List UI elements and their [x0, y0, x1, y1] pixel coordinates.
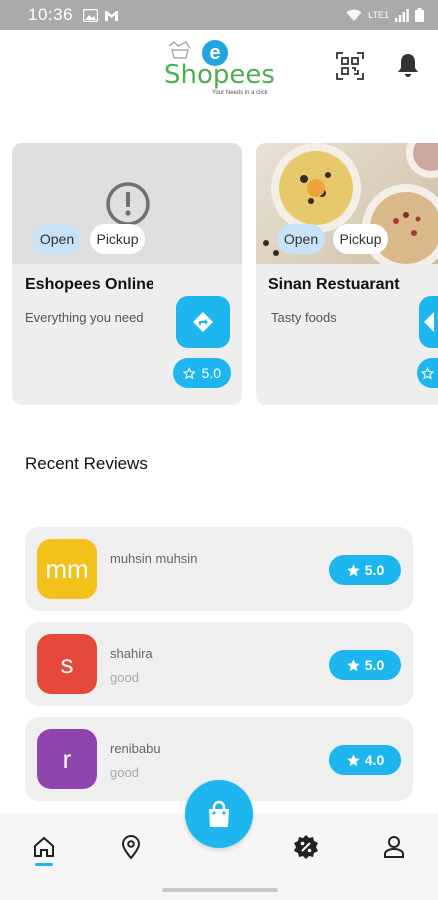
store-card[interactable] [256, 143, 438, 405]
nav-location[interactable] [117, 833, 145, 861]
store-rating-value: 5.0 [201, 365, 221, 381]
home-icon [34, 836, 54, 857]
app-header: e Shopees Your Needs in a click [0, 30, 438, 110]
recent-reviews-title: Recent Reviews [25, 454, 148, 473]
pickup-badge: Pickup [90, 224, 145, 254]
store-name: Eshopees Online [25, 276, 153, 293]
avatar: r [37, 729, 97, 789]
avatar: s [37, 634, 97, 694]
directions-icon [423, 312, 434, 332]
shopping-bag-icon [209, 800, 229, 827]
image-icon [83, 8, 99, 22]
review-rating-value: 4.0 [364, 752, 385, 768]
reviewer-name: muhsin muhsin [110, 551, 198, 566]
star-icon [347, 563, 360, 576]
gmail-icon [105, 10, 119, 21]
review-rating-badge: 4.0 [329, 745, 401, 775]
active-tab-indicator [35, 863, 53, 866]
status-bar: 10:36 LTE1 [0, 0, 438, 30]
nav-profile[interactable] [380, 833, 408, 861]
store-description: Everything you need [25, 310, 144, 325]
offers-badge-icon [294, 835, 318, 859]
store-description: Tasty foods [271, 310, 337, 325]
cart-fab-button[interactable] [185, 780, 253, 848]
store-rating-badge[interactable]: 5.0 [173, 358, 231, 388]
alert-icon [106, 182, 150, 226]
home-indicator [162, 888, 278, 892]
status-badge-open: Open [33, 224, 81, 254]
star-outline-icon [183, 366, 196, 379]
review-rating-value: 5.0 [364, 562, 385, 578]
review-rating-value: 5.0 [364, 657, 385, 673]
location-pin-icon [121, 835, 141, 859]
network-type-label: LTE1 [368, 10, 389, 20]
store-name: Sinan Restuarant [268, 276, 400, 293]
review-rating-badge: 5.0 [329, 650, 401, 680]
avatar: mm [37, 539, 97, 599]
reviewer-name: renibabu [110, 741, 161, 756]
directions-icon [193, 312, 213, 332]
battery-icon [415, 8, 424, 22]
directions-button[interactable] [419, 296, 438, 348]
reviewer-name: shahira [110, 646, 153, 661]
pickup-badge: Pickup [333, 224, 388, 254]
status-time: 10:36 [28, 5, 74, 24]
eshopees-logo: e Shopees Your Needs in a click [162, 38, 275, 98]
star-icon [347, 658, 360, 671]
profile-icon [384, 836, 404, 858]
logo-word: Shopees [164, 60, 275, 90]
signal-icon [395, 8, 409, 22]
cart-mark-icon [168, 41, 191, 59]
review-item[interactable]: s shahira good 5.0 [25, 622, 413, 706]
directions-button[interactable] [176, 296, 230, 348]
nav-home[interactable] [30, 833, 58, 861]
review-item[interactable]: mm muhsin muhsin 5.0 [25, 527, 413, 611]
bell-icon [398, 54, 418, 77]
notifications-button[interactable] [396, 52, 422, 80]
star-outline-icon [421, 366, 434, 379]
status-badge-open: Open [277, 224, 325, 254]
qr-scan-button[interactable] [336, 52, 364, 80]
review-rating-badge: 5.0 [329, 555, 401, 585]
review-text: good [110, 765, 139, 780]
review-text: good [110, 670, 139, 685]
qr-scan-icon [336, 52, 364, 80]
logo-tagline: Your Needs in a click [212, 90, 268, 96]
star-icon [347, 753, 360, 766]
wifi-icon [346, 9, 362, 21]
nav-offers[interactable] [292, 833, 320, 861]
